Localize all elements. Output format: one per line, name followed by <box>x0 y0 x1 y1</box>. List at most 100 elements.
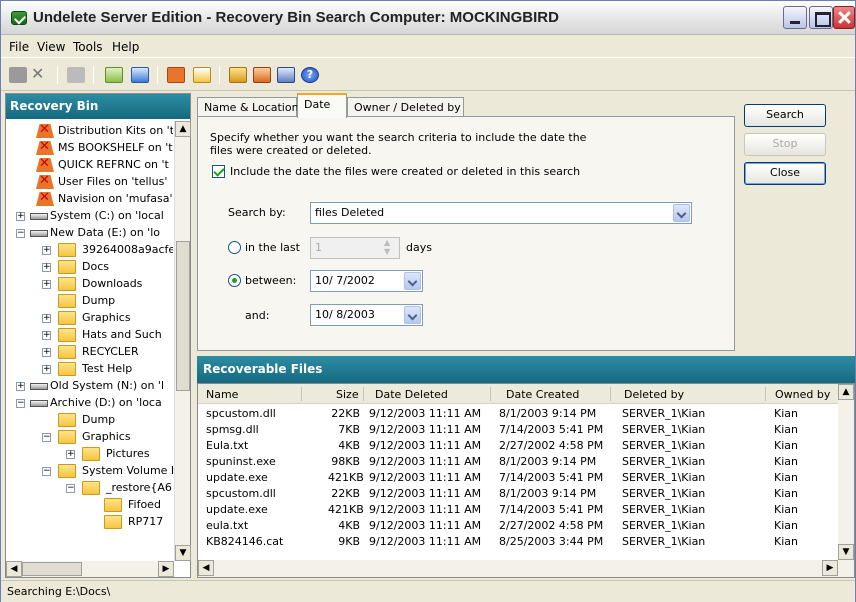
scroll-up-icon[interactable]: ▲ <box>175 121 191 137</box>
folder-icon <box>58 430 76 444</box>
spin-up-icon[interactable]: ▲ <box>384 238 390 247</box>
chevron-down-icon[interactable] <box>404 272 421 290</box>
scroll-thumb[interactable] <box>22 562 82 576</box>
tree-vertical-scrollbar[interactable]: ▲ ▼ <box>174 121 191 561</box>
table-row[interactable]: spcustom.dll 22KB 9/12/2003 11:11 AM 8/1/20… <box>198 406 838 421</box>
chevron-down-icon[interactable] <box>673 204 690 222</box>
include-date-checkbox[interactable] <box>212 165 225 178</box>
spin-down-icon[interactable]: ▼ <box>384 247 390 256</box>
col-name[interactable]: Name <box>206 388 238 401</box>
folder-icon <box>58 345 76 359</box>
close-button[interactable]: Close <box>744 162 826 185</box>
expand-icon[interactable]: + <box>16 212 25 221</box>
search-by-select[interactable]: files Deleted <box>310 202 692 224</box>
toolbar-separator <box>93 66 94 84</box>
col-date-created[interactable]: Date Created <box>506 388 579 401</box>
table-row[interactable]: update.exe 421KB 9/12/2003 11:11 AM 7/14/20… <box>198 502 838 517</box>
folder-icon <box>104 498 122 512</box>
search-button[interactable]: Search <box>744 104 826 127</box>
expand-icon[interactable]: + <box>42 348 51 357</box>
toolbar-separator <box>157 66 158 84</box>
table-row[interactable]: spmsg.dll 7KB 9/12/2003 11:11 AM 7/14/2003 … <box>198 422 838 437</box>
expand-icon[interactable]: + <box>42 246 51 255</box>
collapse-icon[interactable]: − <box>42 433 51 442</box>
tree-horizontal-scrollbar[interactable]: ◀ ▶ <box>6 561 174 577</box>
table-row[interactable]: KB824146.cat 9KB 9/12/2003 11:11 AM 8/25/20… <box>198 534 838 549</box>
folder-icon <box>58 311 76 325</box>
between-radio[interactable] <box>228 274 241 287</box>
scroll-down-icon[interactable]: ▼ <box>838 544 854 560</box>
scroll-left-icon[interactable]: ◀ <box>6 561 22 577</box>
scroll-thumb[interactable] <box>176 241 190 391</box>
menu-file[interactable]: File <box>9 40 29 54</box>
scroll-down-icon[interactable]: ▼ <box>175 545 191 561</box>
recover-icon[interactable] <box>9 67 27 83</box>
settings-icon[interactable] <box>277 67 295 83</box>
and-label: and: <box>245 309 270 322</box>
help-icon[interactable]: ? <box>301 67 319 83</box>
delete-icon[interactable]: ✕ <box>31 64 49 83</box>
table-row[interactable]: Eula.txt 4KB 9/12/2003 11:11 AM 2/27/2002 4… <box>198 438 838 453</box>
menu-help[interactable]: Help <box>112 40 139 54</box>
folder-icon <box>58 243 76 257</box>
and-date-picker[interactable]: 10/ 8/2003 <box>310 304 423 326</box>
stop-button[interactable]: Stop <box>744 133 826 156</box>
status-text: Searching E:\Docs\ <box>7 585 111 598</box>
list-horizontal-scrollbar[interactable]: ◀ ▶ <box>198 560 854 577</box>
status-bar: Searching E:\Docs\ <box>1 580 855 602</box>
tab-name-location[interactable]: Name & Location <box>197 97 299 117</box>
collapse-icon[interactable]: − <box>66 484 75 493</box>
recovery-bin-tree: Distribution Kits on 't MS BOOKSHELF on … <box>6 121 173 561</box>
expand-icon[interactable]: + <box>42 314 51 323</box>
chevron-down-icon[interactable] <box>404 306 421 324</box>
title-bar[interactable]: Undelete Server Edition - Recovery Bin S… <box>1 1 855 35</box>
table-row[interactable]: eula.txt 4KB 9/12/2003 11:11 AM 2/27/2002 4… <box>198 518 838 533</box>
toolbar-separator <box>219 66 220 84</box>
recovery-bin-icon <box>36 124 54 138</box>
menu-view[interactable]: View <box>37 40 65 54</box>
search-icon[interactable] <box>229 67 247 83</box>
search-by-label: Search by: <box>228 206 286 219</box>
tab-date[interactable]: Date <box>297 93 347 118</box>
collapse-icon[interactable]: − <box>16 399 25 408</box>
purge-icon[interactable] <box>67 67 85 83</box>
col-size[interactable]: Size <box>336 388 359 401</box>
export-icon[interactable] <box>193 67 211 83</box>
table-row[interactable]: spcustom.dll 22KB 9/12/2003 11:11 AM 8/1/20… <box>198 486 838 501</box>
scroll-right-icon[interactable]: ▶ <box>158 561 174 577</box>
folder-icon <box>58 413 76 427</box>
maximize-button[interactable] <box>809 6 833 29</box>
scroll-up-icon[interactable]: ▲ <box>838 384 854 400</box>
table-row[interactable]: spuninst.exe 98KB 9/12/2003 11:11 AM 8/1/20… <box>198 454 838 469</box>
expand-icon[interactable]: + <box>42 331 51 340</box>
expand-icon[interactable]: + <box>16 382 25 391</box>
properties-icon[interactable] <box>105 67 123 83</box>
col-date-deleted[interactable]: Date Deleted <box>375 388 448 401</box>
in-the-last-label: in the last <box>245 241 300 254</box>
in-the-last-radio[interactable] <box>228 241 241 254</box>
filter-icon[interactable] <box>253 67 271 83</box>
empty-bin-icon[interactable] <box>167 67 185 83</box>
col-deleted-by[interactable]: Deleted by <box>624 388 684 401</box>
between-date-picker[interactable]: 10/ 7/2002 <box>310 270 423 292</box>
folder-icon <box>58 277 76 291</box>
table-row[interactable]: update.exe 421KB 9/12/2003 11:11 AM 7/14/20… <box>198 470 838 485</box>
expand-icon[interactable]: + <box>42 263 51 272</box>
scroll-right-icon[interactable]: ▶ <box>822 560 838 576</box>
close-window-button[interactable] <box>833 6 855 29</box>
tab-owner-deleted-by[interactable]: Owner / Deleted by <box>347 97 464 117</box>
folder-icon <box>82 447 100 461</box>
expand-icon[interactable]: + <box>42 280 51 289</box>
collapse-icon[interactable]: − <box>16 229 25 238</box>
col-owned-by[interactable]: Owned by <box>775 388 830 401</box>
menu-tools[interactable]: Tools <box>73 40 103 54</box>
expand-icon[interactable]: + <box>66 450 75 459</box>
scroll-left-icon[interactable]: ◀ <box>198 560 214 576</box>
expand-icon[interactable]: + <box>42 365 51 374</box>
refresh-icon[interactable] <box>131 67 149 83</box>
column-divider <box>301 387 302 401</box>
days-spinner[interactable]: 1 ▲ ▼ <box>310 237 400 259</box>
collapse-icon[interactable]: − <box>42 467 51 476</box>
minimize-button[interactable] <box>783 6 807 29</box>
list-vertical-scrollbar[interactable]: ▲ ▼ <box>838 384 854 560</box>
